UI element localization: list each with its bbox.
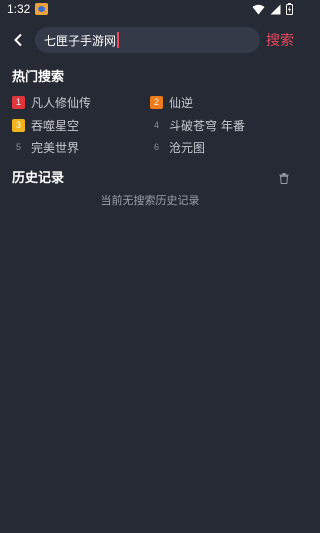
- status-bar: 1:32: [0, 0, 300, 18]
- hot-search-item[interactable]: 4 斗破苍穹 年番: [150, 117, 245, 133]
- rank-badge: 2: [150, 95, 163, 109]
- hot-search-title: 热门搜索: [12, 70, 65, 85]
- clear-history-button[interactable]: [279, 169, 291, 184]
- wifi-icon: [252, 4, 265, 15]
- history-empty-message: 当前无搜索历史记录: [100, 194, 200, 207]
- rank-number: 4: [153, 120, 159, 130]
- rank-number: 5: [15, 142, 21, 152]
- status-time: 1:32: [7, 2, 31, 16]
- app-notification-icon: [35, 3, 49, 15]
- signal-icon: [270, 4, 281, 15]
- rank-badge: 1: [12, 95, 25, 109]
- text-cursor: [117, 32, 120, 48]
- hot-search-item[interactable]: 1 凡人修仙传: [12, 94, 91, 110]
- history-title: 历史记录: [12, 171, 65, 186]
- search-input[interactable]: 七匣子手游网: [35, 27, 260, 53]
- battery-icon: [286, 3, 293, 15]
- search-bar: 七匣子手游网 搜索: [0, 24, 300, 56]
- hot-search-item[interactable]: 6 沧元图: [150, 139, 205, 155]
- status-icons: [252, 3, 293, 15]
- chevron-left-icon: [14, 33, 22, 47]
- back-button[interactable]: [8, 30, 28, 50]
- search-input-value: 七匣子手游网: [44, 33, 117, 48]
- rank-number: 6: [153, 142, 159, 152]
- hot-search-label: 完美世界: [31, 140, 80, 155]
- hot-search-item[interactable]: 3 吞噬星空: [12, 117, 79, 133]
- hot-search-label: 凡人修仙传: [31, 95, 92, 110]
- hot-search-label: 沧元图: [169, 140, 206, 155]
- search-button[interactable]: 搜索: [266, 30, 294, 50]
- hot-search-label: 吞噬星空: [31, 118, 80, 133]
- hot-search-item[interactable]: 2 仙逆: [150, 94, 193, 110]
- hot-search-item[interactable]: 5 完美世界: [12, 139, 79, 155]
- trash-icon: [279, 173, 289, 184]
- hot-search-label: 斗破苍穹 年番: [169, 118, 245, 133]
- hot-search-label: 仙逆: [169, 95, 194, 110]
- rank-badge: 3: [12, 118, 25, 132]
